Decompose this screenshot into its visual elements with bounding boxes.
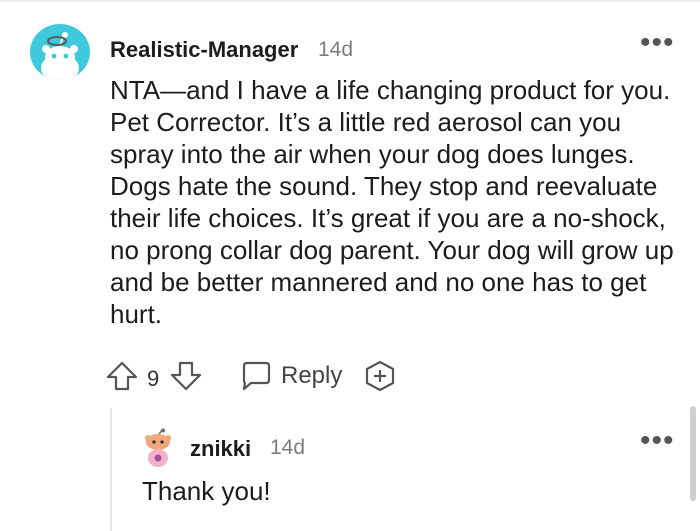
upvote-icon[interactable] bbox=[105, 360, 139, 392]
thread-line[interactable] bbox=[110, 408, 112, 531]
vote-count: 9 bbox=[147, 366, 160, 391]
more-options-icon[interactable]: ••• bbox=[640, 426, 675, 456]
comment-timestamp: 14d bbox=[318, 38, 354, 61]
reply-bubble-icon[interactable] bbox=[239, 360, 273, 392]
reply-text: Thank you! bbox=[142, 476, 271, 506]
more-options-icon[interactable]: ••• bbox=[640, 28, 675, 58]
user-avatar[interactable] bbox=[30, 24, 90, 80]
award-icon[interactable] bbox=[363, 360, 397, 392]
top-divider bbox=[0, 0, 700, 2]
snoo-avatar-icon bbox=[41, 32, 79, 80]
downvote-icon[interactable] bbox=[169, 360, 203, 392]
reply-button[interactable]: Reply bbox=[281, 362, 342, 390]
snoo-avatar-icon bbox=[145, 428, 171, 467]
reply-timestamp: 14d bbox=[270, 436, 306, 459]
scrollbar[interactable] bbox=[690, 406, 696, 501]
comment-username[interactable]: Realistic-Manager bbox=[110, 37, 298, 63]
comment-actions: 9 Reply bbox=[105, 356, 425, 396]
reply-username[interactable]: znikki bbox=[190, 436, 251, 462]
reply-avatar[interactable] bbox=[140, 428, 176, 468]
comment-text: NTA—and I have a life changing product f… bbox=[110, 75, 674, 329]
